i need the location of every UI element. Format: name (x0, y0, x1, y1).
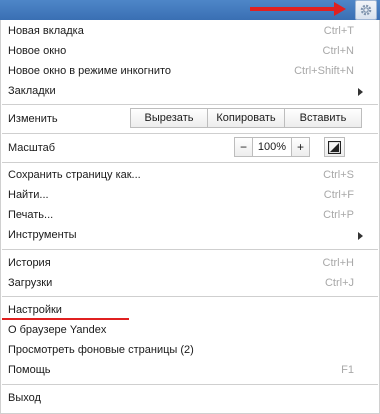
menu-item-label: Новое окно в режиме инкогнито (8, 65, 172, 77)
shortcut-label: Ctrl+F (323, 189, 354, 201)
menu-separator (2, 162, 378, 163)
gear-icon (360, 4, 372, 16)
menu-separator (2, 133, 378, 134)
menu-item-label: Загрузки (8, 277, 53, 289)
menu-item-label: Найти... (8, 189, 49, 201)
annotation-underline (2, 318, 129, 320)
shortcut-label: Ctrl+J (324, 277, 354, 289)
shortcut-label: Ctrl+Shift+N (294, 65, 354, 77)
menu-item-label: Масштаб (8, 142, 56, 154)
fullscreen-button[interactable] (324, 137, 345, 157)
menu-item-label: Изменить (8, 113, 58, 125)
shortcut-label: Ctrl+S (323, 169, 354, 181)
menu-item-settings[interactable]: Настройки (8, 301, 368, 319)
menu-item-label: Помощь (8, 364, 51, 376)
menu-item-label: История (8, 257, 51, 269)
chevron-right-icon (358, 232, 363, 240)
menu-item-downloads[interactable]: Загрузки Ctrl+J (8, 274, 368, 292)
zoom-in-button[interactable]: + (291, 137, 310, 157)
zoom-controls: − 100% + (234, 137, 310, 157)
menu-item-zoom: Масштаб (8, 139, 368, 157)
menu-item-print[interactable]: Печать... Ctrl+P (8, 206, 368, 224)
menu-item-label: Сохранить страницу как... (8, 169, 141, 181)
annotation-arrow-head (334, 2, 346, 16)
paste-button[interactable]: Вставить (285, 109, 361, 127)
menu-item-find[interactable]: Найти... Ctrl+F (8, 186, 368, 204)
browser-toolbar (0, 0, 380, 20)
menu-item-label: Новое окно (8, 45, 67, 57)
settings-menu-button[interactable] (355, 0, 377, 20)
menu-item-label: Настройки (8, 304, 62, 316)
menu-item-label: Инструменты (8, 229, 77, 241)
chevron-right-icon (358, 88, 363, 96)
menu-item-tools[interactable]: Инструменты (8, 226, 368, 244)
menu-separator (2, 296, 378, 297)
fullscreen-icon (328, 140, 341, 154)
menu-item-save-page[interactable]: Сохранить страницу как... Ctrl+S (8, 166, 368, 184)
shortcut-label: Ctrl+P (323, 209, 354, 221)
menu-item-history[interactable]: История Ctrl+H (8, 254, 368, 272)
cut-button[interactable]: Вырезать (131, 109, 208, 127)
copy-button[interactable]: Копировать (208, 109, 285, 127)
menu-item-help[interactable]: Помощь F1 (8, 361, 368, 379)
menu-item-bookmarks[interactable]: Закладки (8, 82, 368, 100)
menu-item-label: Выход (8, 392, 41, 404)
settings-menu: Новая вкладка Ctrl+T Новое окно Ctrl+N Н… (0, 20, 380, 414)
zoom-out-button[interactable]: − (234, 137, 253, 157)
menu-item-new-incognito[interactable]: Новое окно в режиме инкогнито Ctrl+Shift… (8, 62, 368, 80)
menu-item-label: Закладки (8, 85, 56, 97)
shortcut-label: Ctrl+T (323, 25, 354, 37)
shortcut-label: Ctrl+H (322, 257, 354, 269)
annotation-arrow (250, 7, 336, 11)
shortcut-label: Ctrl+N (322, 45, 354, 57)
shortcut-label: F1 (341, 364, 354, 376)
menu-item-about[interactable]: О браузере Yandex (8, 321, 368, 339)
menu-item-exit[interactable]: Выход (8, 389, 368, 407)
menu-item-label: Печать... (8, 209, 54, 221)
menu-item-label: О браузере Yandex (8, 324, 107, 336)
menu-item-new-tab[interactable]: Новая вкладка Ctrl+T (8, 22, 368, 40)
menu-item-label: Новая вкладка (8, 25, 84, 37)
menu-separator (2, 384, 378, 385)
edit-button-group: Вырезать Копировать Вставить (130, 108, 362, 128)
menu-item-label: Просмотреть фоновые страницы (2) (8, 344, 194, 356)
zoom-level: 100% (253, 137, 291, 157)
menu-item-new-window[interactable]: Новое окно Ctrl+N (8, 42, 368, 60)
menu-separator (2, 249, 378, 250)
menu-separator (2, 104, 378, 105)
menu-item-background-pages[interactable]: Просмотреть фоновые страницы (2) (8, 341, 368, 359)
